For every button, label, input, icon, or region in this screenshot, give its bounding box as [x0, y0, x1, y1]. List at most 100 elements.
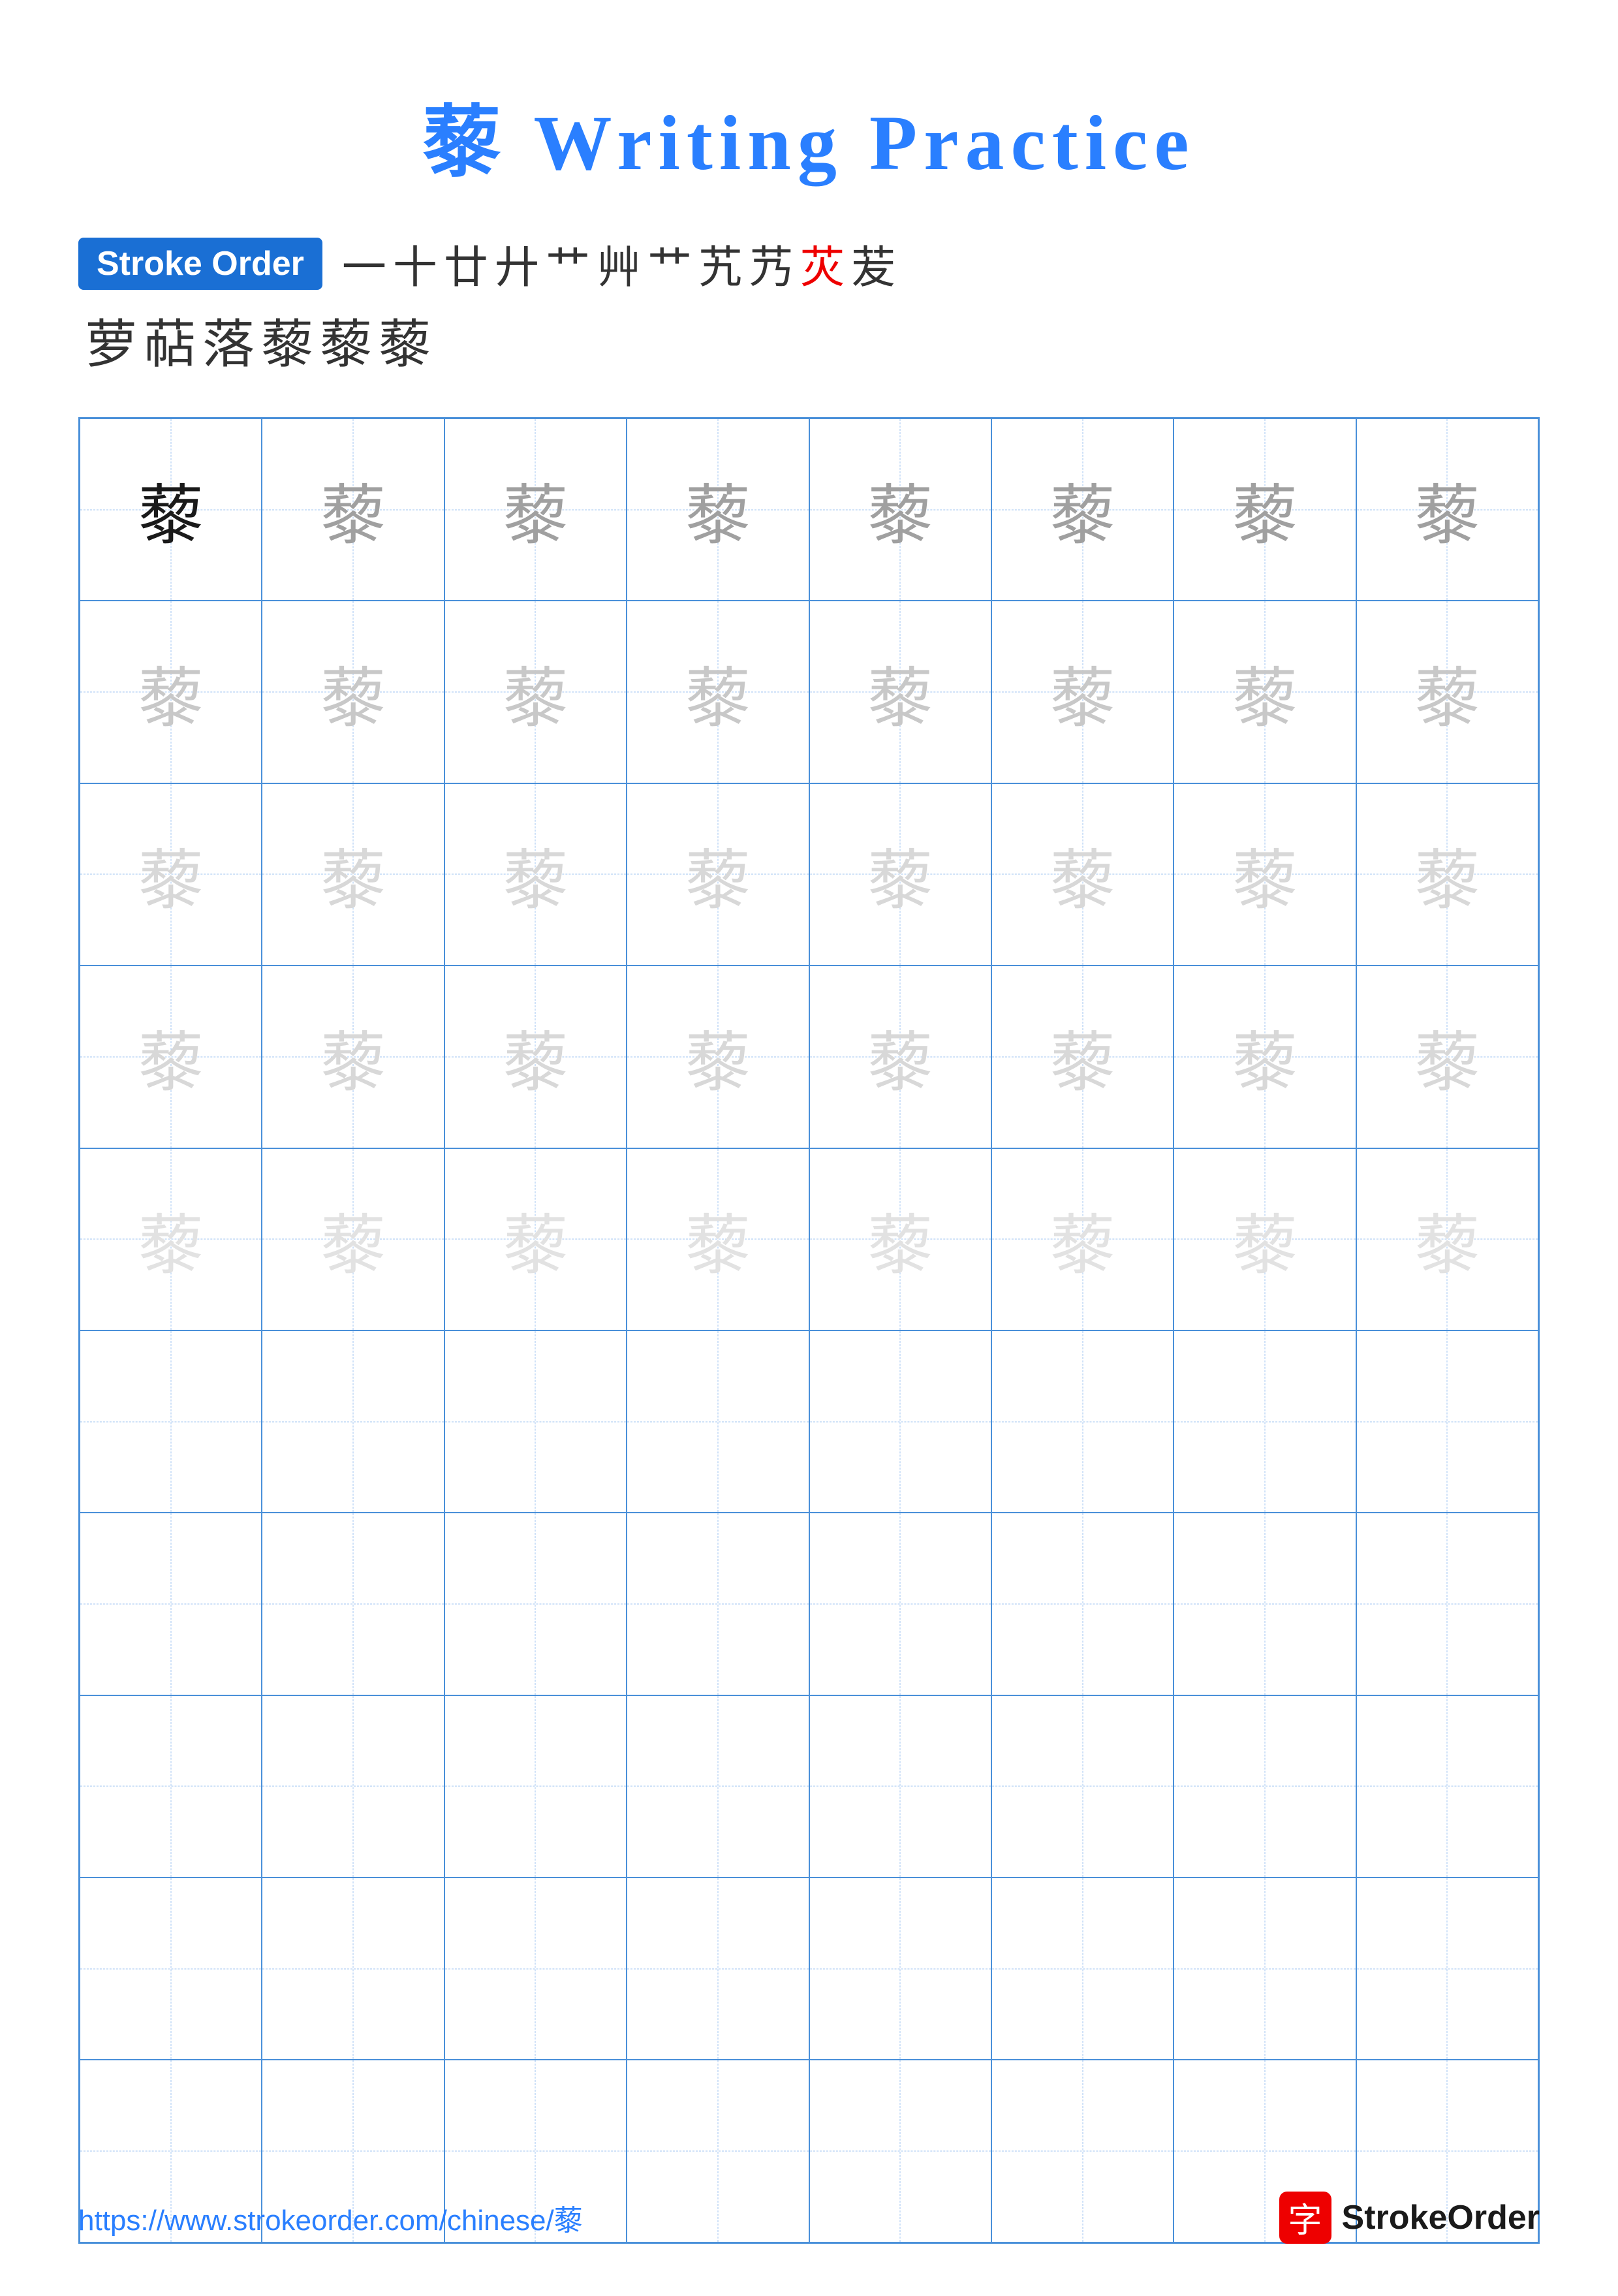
grid-cell-1-7[interactable]: 藜 — [1174, 418, 1356, 601]
grid-cell-9-4[interactable] — [627, 1878, 809, 2060]
grid-cell-9-1[interactable] — [80, 1878, 262, 2060]
grid-cell-9-5[interactable] — [809, 1878, 991, 2060]
grid-cell-5-1[interactable]: 藜 — [80, 1148, 262, 1330]
grid-cell-9-3[interactable] — [444, 1878, 627, 2060]
grid-cell-8-1[interactable] — [80, 1695, 262, 1878]
practice-grid: 藜 藜 藜 藜 藜 藜 藜 藜 — [78, 417, 1540, 2244]
stroke-char-7: 艹 — [647, 231, 692, 296]
grid-cell-3-5[interactable]: 藜 — [809, 783, 991, 966]
grid-cell-2-4[interactable]: 藜 — [627, 601, 809, 783]
grid-cell-8-5[interactable] — [809, 1695, 991, 1878]
grid-cell-3-1[interactable]: 藜 — [80, 783, 262, 966]
grid-cell-1-2[interactable]: 藜 — [262, 418, 444, 601]
grid-cell-5-4[interactable]: 藜 — [627, 1148, 809, 1330]
grid-cell-7-1[interactable] — [80, 1513, 262, 1695]
grid-cell-5-2[interactable]: 藜 — [262, 1148, 444, 1330]
grid-cell-4-6[interactable]: 藜 — [991, 966, 1174, 1148]
footer-logo-icon: 字 — [1279, 2192, 1331, 2244]
practice-char: 藜 — [685, 1009, 751, 1104]
grid-cell-5-3[interactable]: 藜 — [444, 1148, 627, 1330]
grid-cell-5-7[interactable]: 藜 — [1174, 1148, 1356, 1330]
grid-cell-5-8[interactable]: 藜 — [1356, 1148, 1538, 1330]
grid-cell-4-2[interactable]: 藜 — [262, 966, 444, 1148]
grid-cell-9-2[interactable] — [262, 1878, 444, 2060]
grid-cell-6-2[interactable] — [262, 1330, 444, 1513]
grid-cell-5-6[interactable]: 藜 — [991, 1148, 1174, 1330]
grid-cell-2-6[interactable]: 藜 — [991, 601, 1174, 783]
grid-cell-4-3[interactable]: 藜 — [444, 966, 627, 1148]
grid-cell-6-4[interactable] — [627, 1330, 809, 1513]
grid-cell-7-3[interactable] — [444, 1513, 627, 1695]
grid-row-6 — [80, 1330, 1538, 1513]
practice-char: 藜 — [503, 1009, 568, 1104]
stroke-char-4: 廾 — [495, 231, 539, 296]
grid-row-1: 藜 藜 藜 藜 藜 藜 藜 藜 — [80, 418, 1538, 601]
grid-cell-8-2[interactable] — [262, 1695, 444, 1878]
grid-cell-4-1[interactable]: 藜 — [80, 966, 262, 1148]
grid-cell-7-5[interactable] — [809, 1513, 991, 1695]
practice-char: 藜 — [503, 645, 568, 740]
practice-char: 藜 — [1050, 827, 1115, 922]
practice-char: 藜 — [320, 827, 386, 922]
grid-cell-7-7[interactable] — [1174, 1513, 1356, 1695]
grid-cell-9-7[interactable] — [1174, 1878, 1356, 2060]
grid-cell-4-8[interactable]: 藜 — [1356, 966, 1538, 1148]
grid-cell-8-7[interactable] — [1174, 1695, 1356, 1878]
grid-cell-8-3[interactable] — [444, 1695, 627, 1878]
grid-cell-2-5[interactable]: 藜 — [809, 601, 991, 783]
grid-cell-6-1[interactable] — [80, 1330, 262, 1513]
grid-cell-6-5[interactable] — [809, 1330, 991, 1513]
grid-cell-6-6[interactable] — [991, 1330, 1174, 1513]
practice-char: 藜 — [685, 645, 751, 740]
stroke-char-6: 艸 — [597, 231, 641, 296]
practice-char: 藜 — [685, 462, 751, 557]
grid-cell-4-7[interactable]: 藜 — [1174, 966, 1356, 1148]
grid-cell-7-2[interactable] — [262, 1513, 444, 1695]
grid-cell-6-7[interactable] — [1174, 1330, 1356, 1513]
grid-cell-4-4[interactable]: 藜 — [627, 966, 809, 1148]
grid-cell-3-2[interactable]: 藜 — [262, 783, 444, 966]
practice-char: 藜 — [867, 645, 933, 740]
grid-cell-8-6[interactable] — [991, 1695, 1174, 1878]
practice-char: 藜 — [503, 827, 568, 922]
grid-cell-2-8[interactable]: 藜 — [1356, 601, 1538, 783]
practice-char: 藜 — [867, 462, 933, 557]
practice-char: 藜 — [138, 462, 204, 557]
grid-cell-6-8[interactable] — [1356, 1330, 1538, 1513]
grid-cell-1-8[interactable]: 藜 — [1356, 418, 1538, 601]
grid-cell-7-8[interactable] — [1356, 1513, 1538, 1695]
grid-cell-1-1[interactable]: 藜 — [80, 418, 262, 601]
grid-cell-3-6[interactable]: 藜 — [991, 783, 1174, 966]
practice-char: 藜 — [1232, 827, 1298, 922]
footer-logo-text: StrokeOrder — [1342, 2198, 1540, 2237]
grid-cell-3-4[interactable]: 藜 — [627, 783, 809, 966]
practice-char: 藜 — [1050, 462, 1115, 557]
grid-cell-1-4[interactable]: 藜 — [627, 418, 809, 601]
footer-url[interactable]: https://www.strokeorder.com/chinese/藜 — [78, 2197, 583, 2239]
grid-cell-2-1[interactable]: 藜 — [80, 601, 262, 783]
grid-cell-8-4[interactable] — [627, 1695, 809, 1878]
grid-cell-6-3[interactable] — [444, 1330, 627, 1513]
grid-cell-1-6[interactable]: 藜 — [991, 418, 1174, 601]
grid-cell-2-7[interactable]: 藜 — [1174, 601, 1356, 783]
grid-cell-1-5[interactable]: 藜 — [809, 418, 991, 601]
practice-char: 藜 — [1232, 462, 1298, 557]
grid-cell-7-6[interactable] — [991, 1513, 1174, 1695]
grid-cell-4-5[interactable]: 藜 — [809, 966, 991, 1148]
grid-cell-2-2[interactable]: 藜 — [262, 601, 444, 783]
stroke-char-15: 藜 — [261, 302, 313, 378]
grid-cell-2-3[interactable]: 藜 — [444, 601, 627, 783]
practice-char: 藜 — [1232, 645, 1298, 740]
page-title: 藜 Writing Practice — [422, 78, 1195, 192]
grid-cell-3-3[interactable]: 藜 — [444, 783, 627, 966]
grid-cell-7-4[interactable] — [627, 1513, 809, 1695]
grid-cell-3-8[interactable]: 藜 — [1356, 783, 1538, 966]
practice-char: 藜 — [1232, 1009, 1298, 1104]
grid-row-9 — [80, 1878, 1538, 2060]
grid-cell-9-8[interactable] — [1356, 1878, 1538, 2060]
grid-cell-3-7[interactable]: 藜 — [1174, 783, 1356, 966]
grid-cell-8-8[interactable] — [1356, 1695, 1538, 1878]
grid-cell-9-6[interactable] — [991, 1878, 1174, 2060]
grid-cell-5-5[interactable]: 藜 — [809, 1148, 991, 1330]
grid-cell-1-3[interactable]: 藜 — [444, 418, 627, 601]
